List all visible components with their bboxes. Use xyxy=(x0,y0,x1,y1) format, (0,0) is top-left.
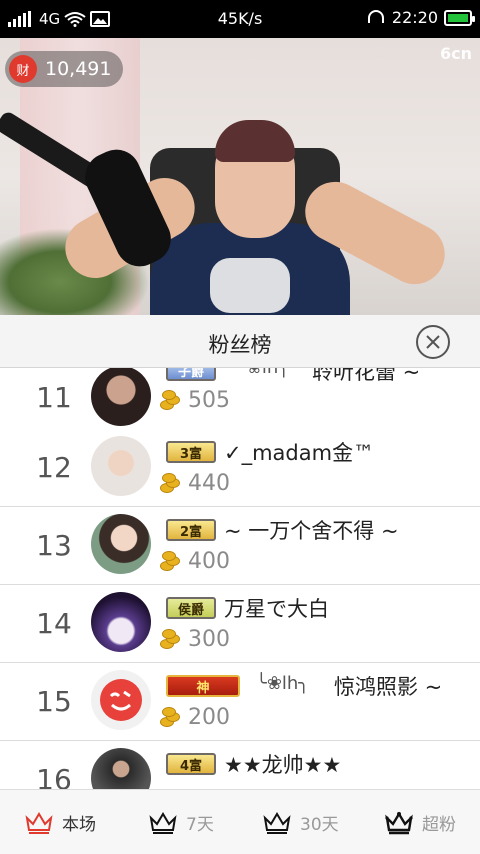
rank-number: 11 xyxy=(36,381,72,414)
status-right: 22:20 xyxy=(366,8,475,27)
level-badge: 4富 xyxy=(166,753,216,775)
coin-amount: 400 xyxy=(160,549,230,574)
coin-amount: 300 xyxy=(160,627,230,652)
level-badge: 子爵 xyxy=(166,368,216,381)
wealth-icon: 财 xyxy=(9,55,37,83)
battery-icon xyxy=(444,9,475,26)
list-item[interactable]: 14 侯爵 万星で大白 300 xyxy=(0,585,480,663)
video-hair xyxy=(215,120,295,162)
live-video[interactable]: 财 10,491 6cn xyxy=(0,38,480,315)
coin-amount: 440 xyxy=(160,471,230,496)
tab-this-show[interactable]: 本场 xyxy=(24,790,96,854)
wealth-count: 10,491 xyxy=(45,58,112,80)
fan-rank-list[interactable]: 11 子爵 ╰❀lh╮ 聆听花蕾 ~ 505 12 3富 ✓_madam金™ 4… xyxy=(0,368,480,789)
avatar[interactable] xyxy=(91,368,151,426)
crown-icon xyxy=(263,811,291,834)
video-shirt-print xyxy=(210,258,290,313)
user-name: 聆听花蕾 ~ xyxy=(312,368,421,384)
wink-face-icon xyxy=(100,679,142,721)
crown-icon xyxy=(25,811,53,834)
tab-30-days[interactable]: 30天 xyxy=(262,790,339,854)
name-prefix: ╰❀lh╮ xyxy=(256,673,310,694)
coin-amount: 505 xyxy=(160,388,230,413)
headphones-icon xyxy=(367,9,384,23)
coin-icon xyxy=(160,628,182,651)
wealth-badge[interactable]: 财 10,491 xyxy=(5,51,124,87)
user-name: 万星で大白 xyxy=(224,597,329,621)
name-prefix: ╰❀lh╮ xyxy=(236,368,289,378)
crown-icon xyxy=(149,811,177,834)
user-name: 惊鸿照影 ~ xyxy=(334,675,443,699)
list-item[interactable]: 12 3富 ✓_madam金™ 440 xyxy=(0,429,480,507)
level-badge: 侯爵 xyxy=(166,597,216,619)
user-name: ★★龙帅★★ xyxy=(224,753,342,777)
status-bar: 4G 45K/s 22:20 xyxy=(0,0,480,38)
coin-icon xyxy=(160,389,182,412)
list-item[interactable]: 15 神 ╰❀lh╮ 惊鸿照影 ~ 200 xyxy=(0,663,480,741)
close-button[interactable] xyxy=(416,325,450,359)
rank-period-tabs: 本场 7天 30天 超粉 xyxy=(0,789,480,854)
rank-number: 13 xyxy=(36,529,72,562)
avatar[interactable] xyxy=(91,436,151,496)
avatar[interactable] xyxy=(91,592,151,652)
level-badge: 2富 xyxy=(166,519,216,541)
panel-title: 粉丝榜 xyxy=(208,333,272,357)
clock: 22:20 xyxy=(391,8,438,27)
tab-7-days[interactable]: 7天 xyxy=(148,790,214,854)
close-icon xyxy=(426,335,440,349)
coin-icon xyxy=(160,550,182,573)
tab-super-fans[interactable]: 超粉 xyxy=(384,790,456,854)
coin-icon xyxy=(160,706,182,729)
avatar[interactable] xyxy=(91,748,151,789)
list-item[interactable]: 16 4富 ★★龙帅★★ xyxy=(0,741,480,789)
rank-number: 15 xyxy=(36,685,72,718)
rank-number: 14 xyxy=(36,607,72,640)
list-item[interactable]: 11 子爵 ╰❀lh╮ 聆听花蕾 ~ 505 xyxy=(0,368,480,437)
user-name: ~ 一万个舍不得 ~ xyxy=(224,519,399,543)
avatar[interactable] xyxy=(91,670,151,730)
coin-icon xyxy=(160,472,182,495)
fan-rank-header: 粉丝榜 xyxy=(0,315,480,368)
rank-number: 16 xyxy=(36,763,72,789)
level-badge: 3富 xyxy=(166,441,216,463)
user-name: ✓_madam金™ xyxy=(224,441,375,465)
list-item[interactable]: 13 2富 ~ 一万个舍不得 ~ 400 xyxy=(0,507,480,585)
crown-icon xyxy=(385,811,413,834)
level-badge: 神 xyxy=(166,675,240,697)
avatar[interactable] xyxy=(91,514,151,574)
6cn-logo: 6cn xyxy=(439,44,472,63)
rank-number: 12 xyxy=(36,451,72,484)
coin-amount: 200 xyxy=(160,705,230,730)
